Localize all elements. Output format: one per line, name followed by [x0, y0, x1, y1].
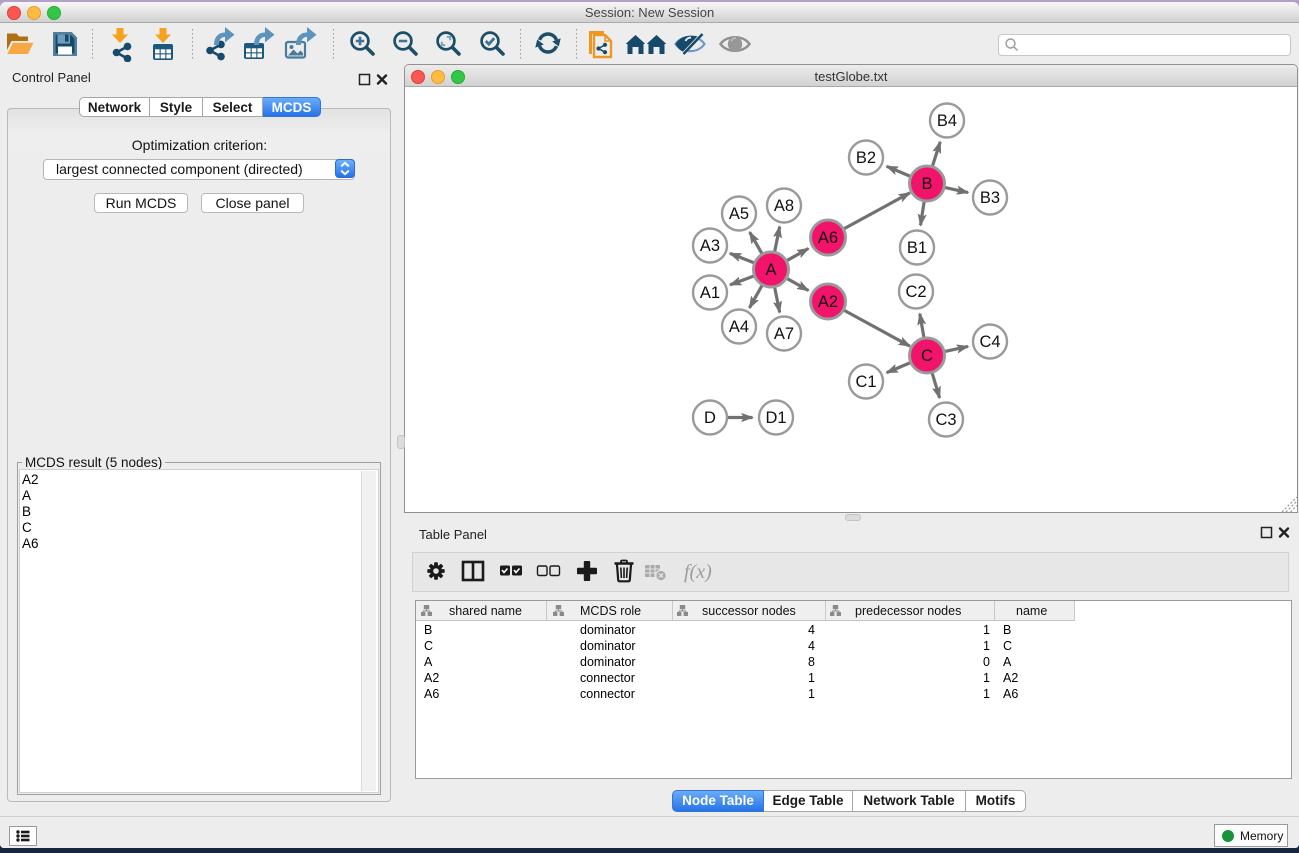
- svg-text:C1: C1: [855, 373, 876, 391]
- svg-text:A6: A6: [424, 687, 439, 701]
- svg-text:A2: A2: [1003, 671, 1018, 685]
- svg-text:A2: A2: [818, 293, 838, 311]
- svg-text:C3: C3: [935, 411, 956, 429]
- svg-text:A: A: [765, 261, 776, 279]
- svg-text:B: B: [921, 175, 932, 193]
- svg-text:C: C: [424, 639, 433, 653]
- svg-text:shared name: shared name: [449, 604, 522, 618]
- svg-text:1: 1: [983, 671, 990, 685]
- svg-text:A6: A6: [1003, 687, 1018, 701]
- svg-text:name: name: [1016, 604, 1047, 618]
- svg-text:4: 4: [808, 623, 815, 637]
- svg-text:D1: D1: [765, 409, 786, 427]
- svg-text:dominator: dominator: [580, 639, 636, 653]
- svg-text:A: A: [1003, 655, 1012, 669]
- svg-text:connector: connector: [580, 671, 635, 685]
- svg-text:A6: A6: [818, 229, 838, 247]
- svg-text:A1: A1: [700, 284, 720, 302]
- svg-text:1: 1: [808, 687, 815, 701]
- svg-text:A7: A7: [774, 325, 794, 343]
- svg-text:C: C: [921, 347, 933, 365]
- svg-text:B: B: [1003, 623, 1011, 637]
- svg-text:dominator: dominator: [580, 623, 636, 637]
- svg-text:f(x): f(x): [684, 561, 712, 583]
- svg-text:B: B: [424, 623, 432, 637]
- svg-text:A8: A8: [774, 197, 794, 215]
- svg-text:A: A: [424, 655, 433, 669]
- svg-text:connector: connector: [580, 687, 635, 701]
- svg-text:C2: C2: [905, 283, 926, 301]
- svg-text:predecessor nodes: predecessor nodes: [855, 604, 961, 618]
- svg-text:1: 1: [983, 623, 990, 637]
- svg-text:1: 1: [808, 671, 815, 685]
- svg-text:A4: A4: [729, 318, 749, 336]
- svg-text:8: 8: [808, 655, 815, 669]
- svg-text:successor nodes: successor nodes: [702, 604, 796, 618]
- svg-text:dominator: dominator: [580, 655, 636, 669]
- svg-text:A2: A2: [424, 671, 439, 685]
- svg-text:C: C: [1003, 639, 1012, 653]
- svg-text:C4: C4: [979, 333, 1000, 351]
- svg-text:B4: B4: [937, 112, 957, 130]
- svg-text:B3: B3: [980, 189, 1000, 207]
- svg-text:0: 0: [983, 655, 990, 669]
- svg-text:B2: B2: [856, 149, 876, 167]
- svg-text:B1: B1: [907, 239, 927, 257]
- svg-text:4: 4: [808, 639, 815, 653]
- svg-text:MCDS role: MCDS role: [580, 604, 641, 618]
- svg-text:1: 1: [983, 687, 990, 701]
- svg-text:1: 1: [983, 639, 990, 653]
- svg-text:A5: A5: [729, 205, 749, 223]
- svg-text:D: D: [704, 409, 716, 427]
- svg-text:A3: A3: [700, 237, 720, 255]
